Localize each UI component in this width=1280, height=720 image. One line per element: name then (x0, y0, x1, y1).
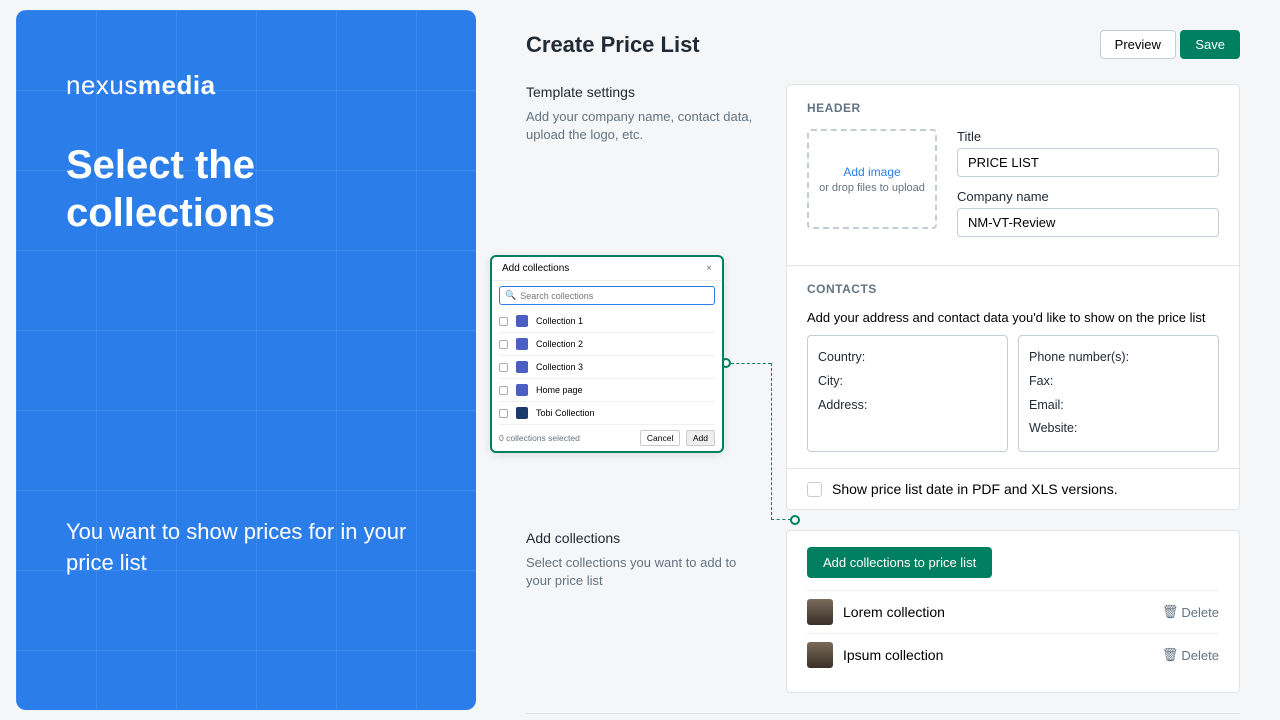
item-checkbox[interactable] (499, 317, 508, 326)
add-collections-button[interactable]: Add collections to price list (807, 547, 992, 578)
item-thumb (516, 384, 528, 396)
item-checkbox[interactable] (499, 340, 508, 349)
phone-label: Phone number(s): (1029, 346, 1208, 370)
collection-thumb (807, 599, 833, 625)
delete-button[interactable]: 🗑Delete (1162, 604, 1219, 620)
modal-cancel-button[interactable]: Cancel (640, 430, 680, 446)
item-checkbox[interactable] (499, 409, 508, 418)
show-date-checkbox[interactable] (807, 482, 822, 497)
close-icon[interactable]: × (706, 263, 712, 274)
search-input[interactable] (520, 291, 709, 301)
contacts-section-label: CONTACTS (807, 282, 1219, 296)
collection-name: Ipsum collection (843, 647, 1152, 663)
collection-name: Lorem collection (843, 604, 1152, 620)
collections-card: Add collections to price list Lorem coll… (786, 530, 1240, 693)
item-thumb (516, 361, 528, 373)
add-collections-modal: Add collections × 🔍 Collection 1 Collect… (490, 255, 724, 453)
brand-logo: nexusmedia (66, 70, 426, 101)
hero-heading: Select the collections (66, 141, 426, 237)
template-card: HEADER Add image or drop files to upload… (786, 84, 1240, 510)
address-label: Address: (818, 394, 997, 418)
collection-row: Ipsum collection 🗑Delete (807, 633, 1219, 676)
email-label: Email: (1029, 394, 1208, 418)
contacts-comm-box[interactable]: Phone number(s): Fax: Email: Website: (1018, 335, 1219, 452)
modal-list-item[interactable]: Tobi Collection (499, 402, 715, 425)
collection-thumb (807, 642, 833, 668)
page-title: Create Price List (526, 32, 700, 58)
hero-subtext: You want to show prices for in your pric… (66, 517, 426, 579)
template-settings-title: Template settings (526, 84, 756, 100)
item-thumb (516, 338, 528, 350)
modal-add-button[interactable]: Add (686, 430, 715, 446)
item-label: Collection 2 (536, 339, 583, 349)
save-button[interactable]: Save (1180, 30, 1240, 59)
preview-button[interactable]: Preview (1100, 30, 1176, 59)
fax-label: Fax: (1029, 370, 1208, 394)
connector-line (771, 363, 772, 520)
modal-list-item[interactable]: Collection 1 (499, 310, 715, 333)
show-date-label: Show price list date in PDF and XLS vers… (832, 481, 1118, 497)
item-checkbox[interactable] (499, 386, 508, 395)
item-label: Home page (536, 385, 583, 395)
connector-line (771, 519, 791, 520)
item-label: Collection 1 (536, 316, 583, 326)
modal-list-item[interactable]: Collection 3 (499, 356, 715, 379)
add-collections-title: Add collections (526, 530, 756, 546)
company-input[interactable] (957, 208, 1219, 237)
brand-bold: media (138, 70, 216, 100)
modal-title: Add collections (502, 263, 569, 274)
item-thumb (516, 315, 528, 327)
promo-panel: nexusmedia Select the collections You wa… (16, 10, 476, 710)
brand-light: nexus (66, 70, 138, 100)
connector-line (731, 363, 771, 364)
country-label: Country: (818, 346, 997, 370)
city-label: City: (818, 370, 997, 394)
add-image-link[interactable]: Add image (843, 165, 900, 179)
contacts-desc: Add your address and contact data you'd … (807, 310, 1219, 325)
website-label: Website: (1029, 417, 1208, 441)
image-dropzone[interactable]: Add image or drop files to upload (807, 129, 937, 229)
template-settings-desc: Add your company name, contact data, upl… (526, 108, 756, 144)
header-section-label: HEADER (807, 101, 1219, 115)
title-input[interactable] (957, 148, 1219, 177)
add-collections-desc: Select collections you want to add to yo… (526, 554, 756, 590)
search-icon: 🔍 (505, 290, 516, 301)
item-checkbox[interactable] (499, 363, 508, 372)
selected-count: 0 collections selected (499, 433, 580, 443)
delete-button[interactable]: 🗑Delete (1162, 647, 1219, 663)
item-label: Collection 3 (536, 362, 583, 372)
company-label: Company name (957, 189, 1219, 204)
title-label: Title (957, 129, 1219, 144)
collection-row: Lorem collection 🗑Delete (807, 590, 1219, 633)
modal-list-item[interactable]: Collection 2 (499, 333, 715, 356)
item-thumb (516, 407, 528, 419)
trash-icon: 🗑 (1162, 647, 1179, 663)
modal-list-item[interactable]: Home page (499, 379, 715, 402)
drop-hint: or drop files to upload (819, 182, 925, 194)
trash-icon: 🗑 (1162, 604, 1179, 620)
modal-search[interactable]: 🔍 (499, 286, 715, 305)
item-label: Tobi Collection (536, 408, 595, 418)
contacts-address-box[interactable]: Country: City: Address: (807, 335, 1008, 452)
